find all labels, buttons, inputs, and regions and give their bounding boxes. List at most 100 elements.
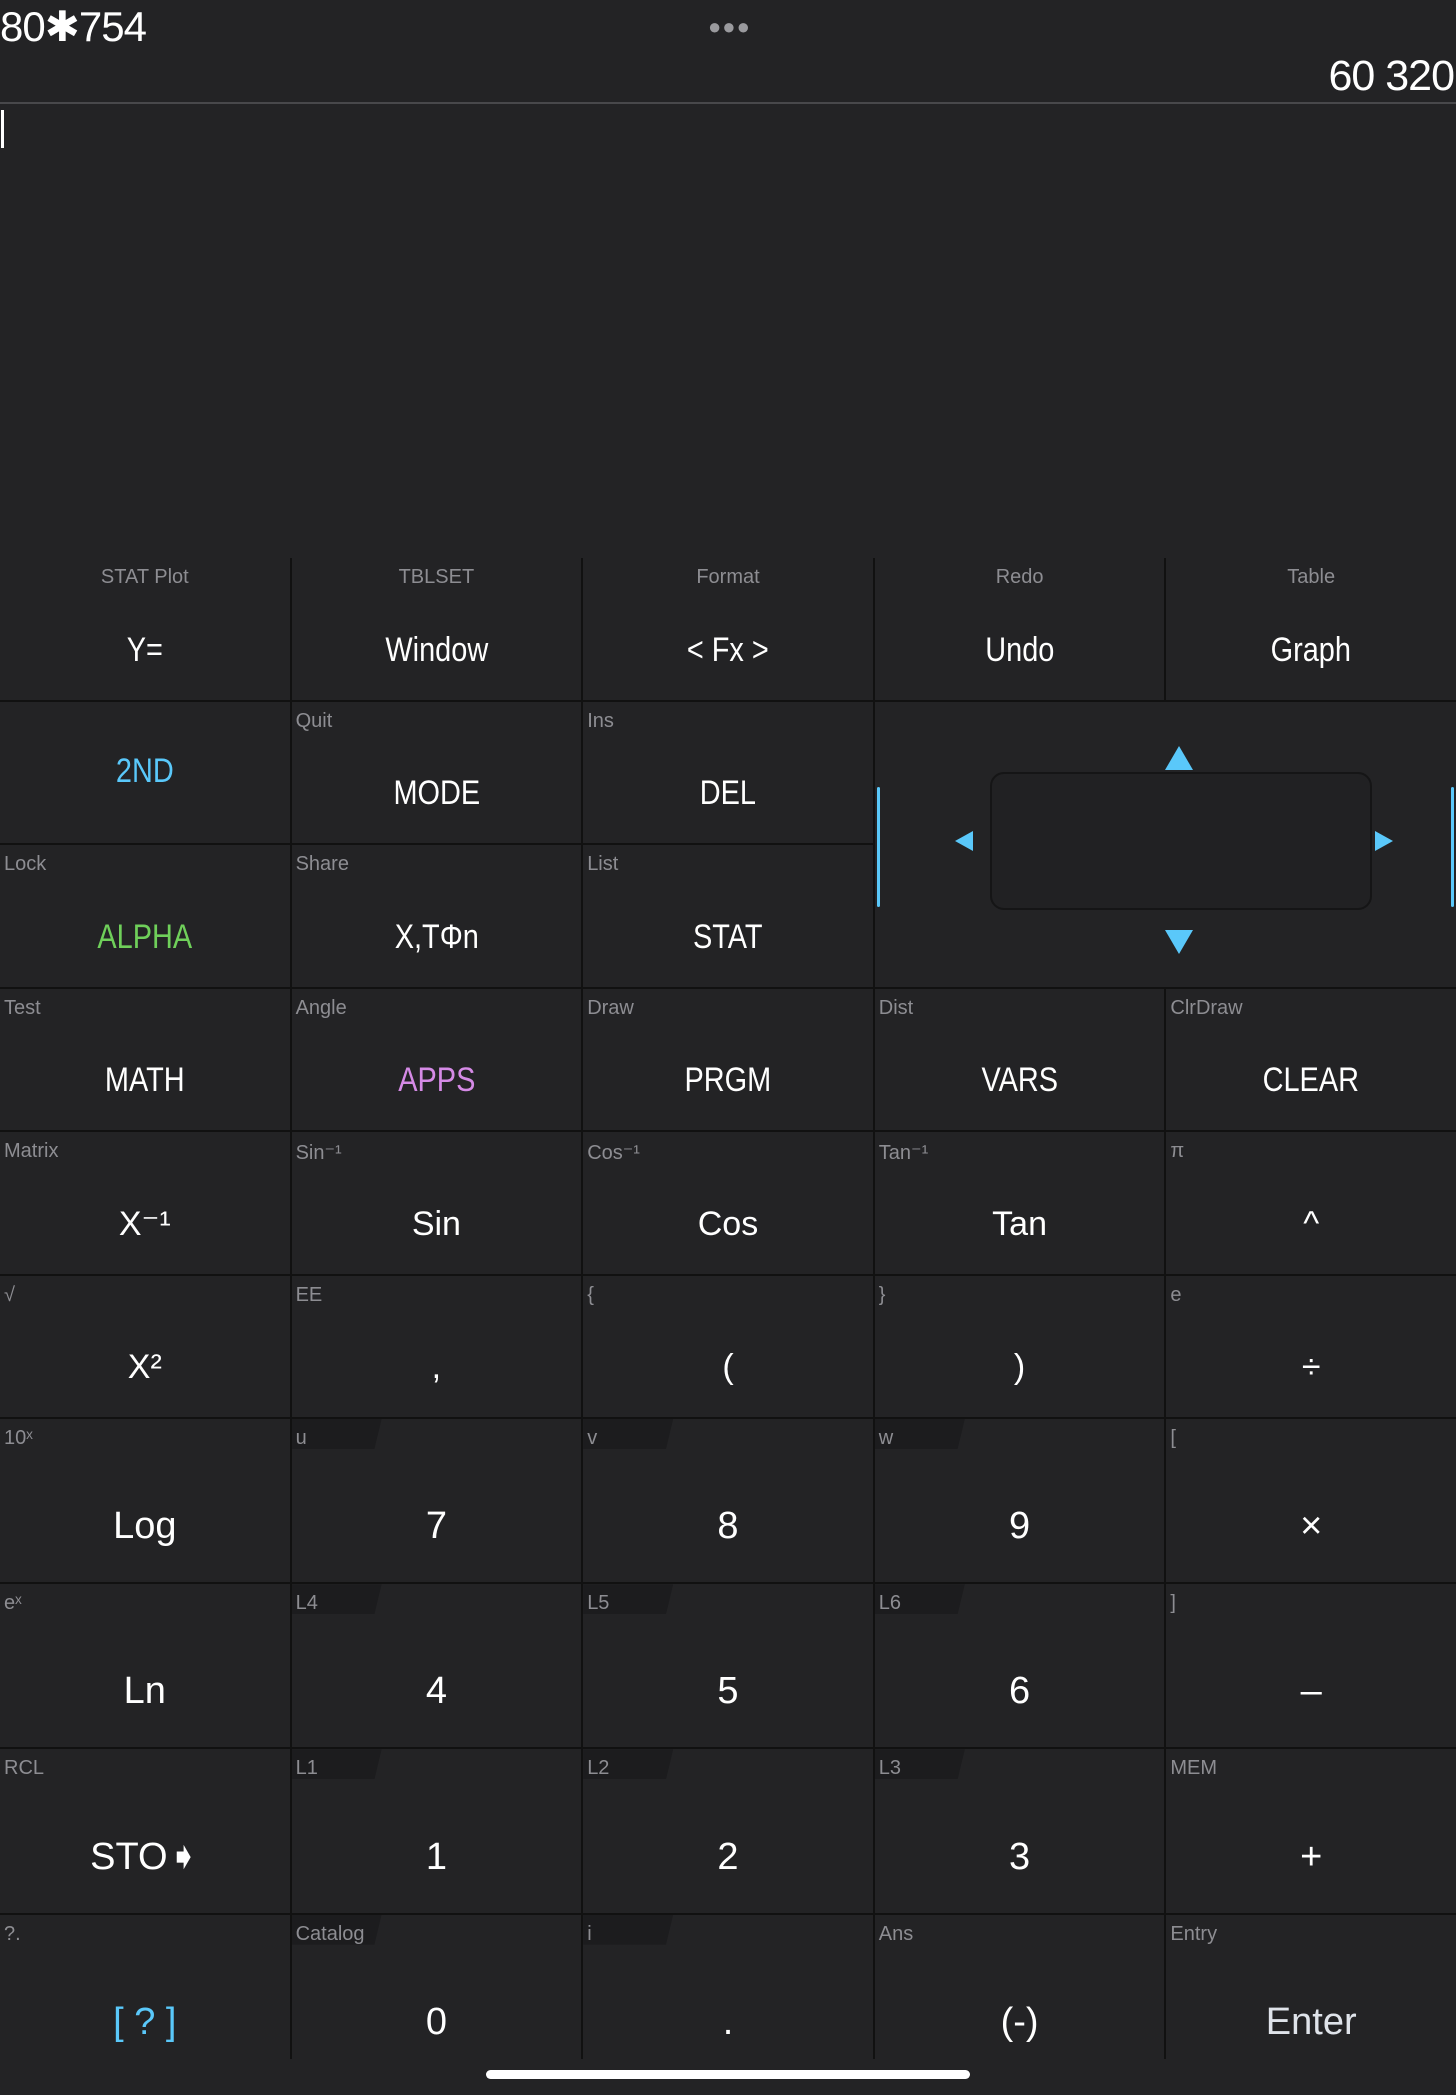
history-expression[interactable]: 80✱754 bbox=[0, 2, 147, 51]
secondary-label: v bbox=[587, 1427, 598, 1449]
secondary-label: RCL bbox=[4, 1757, 45, 1780]
secondary-label: π bbox=[1170, 1140, 1185, 1162]
keypad: STAT Plot Y= TBLSET Window Format < Fx > Redo U… bbox=[0, 558, 1456, 2078]
key-enter-45[interactable]: Entry Enter bbox=[1166, 1914, 1456, 2078]
secondary-label: Share bbox=[295, 853, 349, 875]
key-label: ÷ bbox=[1301, 1348, 1321, 1386]
key-2nd-5[interactable]: 2ND bbox=[0, 701, 290, 843]
secondary-label: L3 bbox=[878, 1757, 902, 1780]
key-cos-18[interactable]: Cos⁻¹ Cos bbox=[583, 1132, 873, 1274]
key-symbol-44[interactable]: Ans (-) bbox=[874, 1914, 1165, 2078]
key-x-t-n-9[interactable]: Share X,TΦn bbox=[291, 845, 582, 987]
key-symbol-35[interactable]: ] – bbox=[1166, 1584, 1456, 1748]
key-math-11[interactable]: Test MATH bbox=[0, 988, 290, 1130]
key-apps-12[interactable]: Angle APPS bbox=[291, 988, 582, 1130]
key-label: Undo bbox=[985, 630, 1055, 669]
secondary-label: u bbox=[295, 1427, 307, 1449]
key-8-28[interactable]: v8 bbox=[583, 1419, 873, 1583]
secondary-label: Draw bbox=[587, 996, 634, 1019]
key-symbol-22[interactable]: EE, bbox=[291, 1275, 582, 1417]
key-prgm-13[interactable]: Draw PRGM bbox=[583, 988, 873, 1130]
arrow-down-icon[interactable] bbox=[1164, 929, 1193, 954]
key-clear-15[interactable]: ClrDraw CLEAR bbox=[1166, 988, 1456, 1130]
secondary-label: L6 bbox=[878, 1592, 902, 1615]
key-3-39[interactable]: L3 3 bbox=[874, 1749, 1165, 1913]
secondary-label: i bbox=[587, 1922, 592, 1945]
key-x-16[interactable]: Matrix X⁻¹ bbox=[0, 1132, 290, 1274]
key-tan-19[interactable]: Tan⁻¹ Tan bbox=[874, 1132, 1165, 1274]
key-symbol-43[interactable]: i. bbox=[583, 1914, 873, 2078]
key-sto-36[interactable]: RCL STO➧ bbox=[0, 1749, 290, 1913]
arrow-left-icon[interactable] bbox=[954, 830, 973, 851]
home-indicator[interactable] bbox=[486, 2070, 970, 2079]
key-sin-17[interactable]: Sin⁻¹ Sin bbox=[291, 1132, 582, 1274]
key-4-32[interactable]: L4 4 bbox=[291, 1584, 582, 1748]
arrow-up-icon[interactable] bbox=[1164, 745, 1193, 770]
key-alpha-8[interactable]: Lock ALPHA bbox=[0, 845, 290, 987]
key-x-21[interactable]: √ X² bbox=[0, 1275, 290, 1417]
key-label: × bbox=[1300, 1505, 1323, 1548]
key-label: 7 bbox=[425, 1505, 447, 1548]
secondary-label: Ans bbox=[878, 1922, 914, 1945]
key-del-7[interactable]: Ins DEL bbox=[583, 701, 873, 843]
key-5-33[interactable]: L5 5 bbox=[583, 1584, 873, 1748]
secondary-label: [ bbox=[1170, 1427, 1176, 1449]
key-label: Graph bbox=[1271, 630, 1352, 669]
key-symbol-41[interactable]: ?. [ ? ] bbox=[0, 1914, 290, 2078]
key-symbol-25[interactable]: e ÷ bbox=[1166, 1275, 1456, 1417]
key-symbol-23[interactable]: {( bbox=[583, 1275, 873, 1417]
secondary-label: L5 bbox=[587, 1592, 610, 1615]
dpad-center[interactable] bbox=[989, 771, 1372, 910]
secondary-label: L4 bbox=[295, 1592, 318, 1615]
key-9-29[interactable]: w9 bbox=[874, 1419, 1165, 1583]
key-symbol-20[interactable]: π ^ bbox=[1166, 1132, 1456, 1274]
key-label: X² bbox=[127, 1348, 162, 1386]
arrow-right-icon[interactable] bbox=[1374, 830, 1393, 851]
input-cursor[interactable] bbox=[1, 110, 4, 148]
more-dots-icon[interactable]: ●●● bbox=[708, 14, 751, 40]
secondary-label: √ bbox=[4, 1283, 15, 1306]
key-label: Cos bbox=[697, 1204, 759, 1243]
key-label: ( bbox=[722, 1348, 734, 1386]
key-ln-31[interactable]: eˣ Ln bbox=[0, 1584, 290, 1748]
dpad-right-edge bbox=[1451, 786, 1454, 907]
secondary-label: Cos⁻¹ bbox=[587, 1142, 640, 1164]
key-7-27[interactable]: u7 bbox=[291, 1419, 582, 1583]
key-label: + bbox=[1300, 1835, 1323, 1878]
key-2-38[interactable]: L2 2 bbox=[583, 1749, 873, 1913]
key-graph-4[interactable]: Table Graph bbox=[1166, 558, 1456, 700]
secondary-label: Lock bbox=[4, 853, 47, 875]
key-label: STO➧ bbox=[90, 1835, 200, 1878]
secondary-label: { bbox=[587, 1283, 594, 1306]
key-6-34[interactable]: L6 6 bbox=[874, 1584, 1165, 1748]
secondary-tab bbox=[583, 1914, 674, 1945]
secondary-label: Sin⁻¹ bbox=[295, 1142, 342, 1164]
key-window-1[interactable]: TBLSET Window bbox=[291, 558, 582, 700]
calculator-display: 80✱754 ●●● 60 320 bbox=[0, 0, 1456, 558]
key-log-26[interactable]: 10ˣ Log bbox=[0, 1419, 290, 1583]
key-label: PRGM bbox=[684, 1061, 772, 1099]
secondary-label: w bbox=[878, 1427, 894, 1449]
history-result[interactable]: 60 320 bbox=[1328, 52, 1455, 101]
key-symbol-24[interactable]: }) bbox=[874, 1275, 1165, 1417]
key-y-0[interactable]: STAT Plot Y= bbox=[0, 558, 290, 700]
key-label: 0 bbox=[425, 2000, 447, 2043]
key-label: ^ bbox=[1303, 1204, 1320, 1243]
key-0-42[interactable]: Catalog 0 bbox=[291, 1914, 582, 2078]
key-fx-2[interactable]: Format < Fx > bbox=[583, 558, 873, 700]
key-undo-3[interactable]: Redo Undo bbox=[874, 558, 1165, 700]
secondary-label: 10ˣ bbox=[4, 1427, 33, 1449]
key-label: VARS bbox=[981, 1061, 1058, 1099]
key-stat-10[interactable]: List STAT bbox=[583, 845, 873, 987]
direction-pad[interactable] bbox=[874, 701, 1456, 987]
key-1-37[interactable]: L1 1 bbox=[291, 1749, 582, 1913]
key-mode-6[interactable]: Quit MODE bbox=[291, 701, 582, 843]
key-symbol-40[interactable]: MEM + bbox=[1166, 1749, 1456, 1913]
key-vars-14[interactable]: Dist VARS bbox=[874, 988, 1165, 1130]
secondary-label: ?. bbox=[4, 1922, 21, 1945]
key-label: 3 bbox=[1009, 1835, 1031, 1878]
key-symbol-30[interactable]: [× bbox=[1166, 1419, 1456, 1583]
key-label: (-) bbox=[1000, 2000, 1039, 2043]
key-label: Window bbox=[384, 630, 488, 669]
secondary-label: eˣ bbox=[4, 1592, 22, 1615]
